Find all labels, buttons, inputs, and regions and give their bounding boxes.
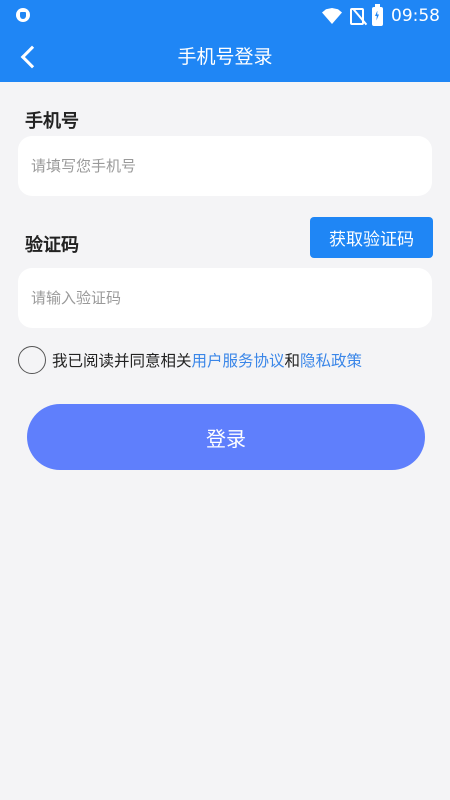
page-title: 手机号登录 [177,46,273,68]
status-bar: 09:58 [0,0,450,32]
status-time: 09:58 [391,6,440,26]
code-input[interactable] [18,268,432,328]
code-label: 验证码 [25,235,79,256]
agreement-conjunction: 和 [284,352,301,370]
app-bar: 手机号登录 [0,32,450,82]
agreement-row: 我已阅读并同意相关 用户服务协议 和 隐私政策 [18,345,362,375]
login-button[interactable]: 登录 [27,404,425,470]
battery-charging-icon [372,3,383,26]
terms-link[interactable]: 用户服务协议 [192,349,285,371]
wifi-icon [322,8,342,24]
phone-input[interactable] [18,136,432,196]
back-button[interactable] [10,38,48,76]
agree-checkbox[interactable] [18,346,46,374]
chevron-left-icon [20,45,44,69]
privacy-link[interactable]: 隐私政策 [300,349,362,371]
no-sim-icon [350,7,364,25]
shield-icon [16,8,30,22]
phone-label: 手机号 [25,111,79,132]
get-code-button[interactable]: 获取验证码 [310,217,433,258]
status-icons: 09:58 [322,3,440,27]
agreement-prefix: 我已阅读并同意相关 [52,352,192,370]
